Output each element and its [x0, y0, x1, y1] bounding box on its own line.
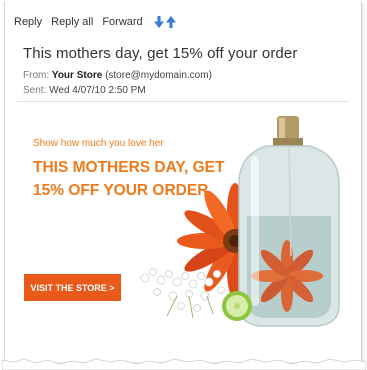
email-window: Reply Reply all Forward This mothers day… [4, 2, 362, 362]
from-line: From: Your Store (store@mydomain.com) [23, 70, 212, 81]
bottle [238, 116, 340, 327]
reply-all-button[interactable]: Reply all [51, 16, 93, 28]
from-label: From: [23, 70, 50, 81]
sent-label: Sent: [23, 85, 47, 96]
ad-tagline: Show how much you love her [33, 138, 164, 149]
message-toolbar: Reply Reply all Forward [14, 14, 176, 30]
ad-headline-line-2: 15% OFF YOUR ORDER [33, 182, 209, 199]
visit-store-button[interactable]: VISIT THE STORE > [24, 274, 121, 301]
reply-button[interactable]: Reply [14, 16, 42, 28]
torn-paper-edge [2, 358, 366, 370]
header-divider [17, 101, 349, 102]
lime-slice [222, 291, 252, 321]
message-navigation [153, 16, 176, 28]
sent-date: Wed 4/07/10 2:50 PM [49, 85, 146, 96]
ad-headline: THIS MOTHERS DAY, GET 15% OFF YOUR ORDER [33, 156, 224, 202]
arrow-down-icon[interactable] [153, 16, 164, 28]
sender-address: (store@mydomain.com) [105, 70, 212, 81]
promo-banner: Show how much you love her THIS MOTHERS … [17, 106, 357, 346]
email-subject: This mothers day, get 15% off your order [23, 45, 298, 62]
forward-button[interactable]: Forward [102, 16, 142, 28]
sender-name[interactable]: Your Store [52, 70, 102, 81]
arrow-up-icon[interactable] [165, 16, 176, 28]
ad-headline-line-1: THIS MOTHERS DAY, GET [33, 159, 225, 176]
sent-line: Sent: Wed 4/07/10 2:50 PM [23, 85, 146, 96]
